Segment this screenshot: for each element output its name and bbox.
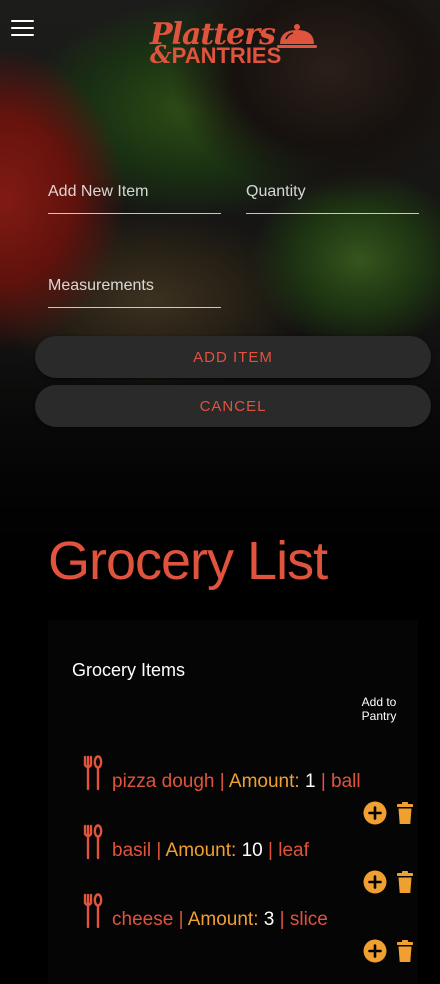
grocery-items-heading: Grocery Items	[72, 660, 186, 680]
add-item-button[interactable]: ADD ITEM	[35, 336, 431, 378]
new-item-input[interactable]	[48, 182, 221, 201]
separator: |	[219, 771, 225, 792]
fork-spoon-icon	[83, 893, 103, 929]
add-to-pantry-column-header: Add to Pantry	[361, 695, 397, 723]
item-name: pizza dough	[112, 771, 215, 792]
separator: |	[268, 840, 273, 861]
quantity-field[interactable]	[246, 170, 419, 214]
item-description: pizza dough | Amount: 1 | ball	[112, 771, 361, 793]
logo-text-pantries: &PANTRIES	[150, 43, 282, 68]
quantity-input[interactable]	[246, 182, 419, 201]
separator: |	[156, 840, 162, 861]
trash-icon[interactable]	[393, 801, 417, 825]
list-item: pizza dough | Amount: 1 | ball	[48, 755, 418, 825]
fork-spoon-icon	[83, 824, 103, 860]
item-name: cheese	[112, 909, 174, 930]
item-name: basil	[112, 840, 152, 861]
trash-icon[interactable]	[393, 939, 417, 963]
plus-circle-icon[interactable]	[363, 801, 387, 825]
separator: |	[178, 909, 184, 930]
grocery-items-panel: Grocery Items Add to Pantry pizza dough …	[48, 620, 418, 984]
amount-label: Amount:	[165, 840, 237, 861]
separator: |	[279, 909, 285, 930]
item-unit: slice	[289, 909, 328, 930]
item-amount: 10	[241, 840, 263, 861]
plus-circle-icon[interactable]	[363, 870, 387, 894]
item-unit: leaf	[278, 840, 309, 861]
item-amount: 3	[263, 909, 275, 930]
cancel-button[interactable]: CANCEL	[35, 385, 431, 427]
trash-icon[interactable]	[393, 870, 417, 894]
item-description: cheese | Amount: 3 | slice	[112, 909, 328, 931]
app-logo[interactable]: Platters &PANTRIES	[150, 20, 281, 67]
item-amount: 1	[304, 771, 316, 792]
amount-label: Amount:	[187, 909, 259, 930]
cloche-icon	[277, 24, 317, 48]
new-item-field[interactable]	[48, 170, 221, 214]
hamburger-menu-icon[interactable]	[11, 20, 34, 36]
plus-circle-icon[interactable]	[363, 939, 387, 963]
fork-spoon-icon	[83, 755, 103, 791]
logo-word-pantries: PANTRIES	[171, 43, 282, 68]
amount-label: Amount:	[228, 771, 300, 792]
measurements-field[interactable]	[48, 264, 221, 308]
page-title: Grocery List	[48, 531, 328, 591]
item-unit: ball	[331, 771, 361, 792]
measurements-input[interactable]	[48, 276, 221, 295]
item-description: basil | Amount: 10 | leaf	[112, 840, 309, 862]
list-item: basil | Amount: 10 | leaf	[48, 824, 418, 894]
separator: |	[320, 771, 326, 792]
list-item: cheese | Amount: 3 | slice	[48, 893, 418, 963]
logo-amp: &	[150, 40, 172, 69]
